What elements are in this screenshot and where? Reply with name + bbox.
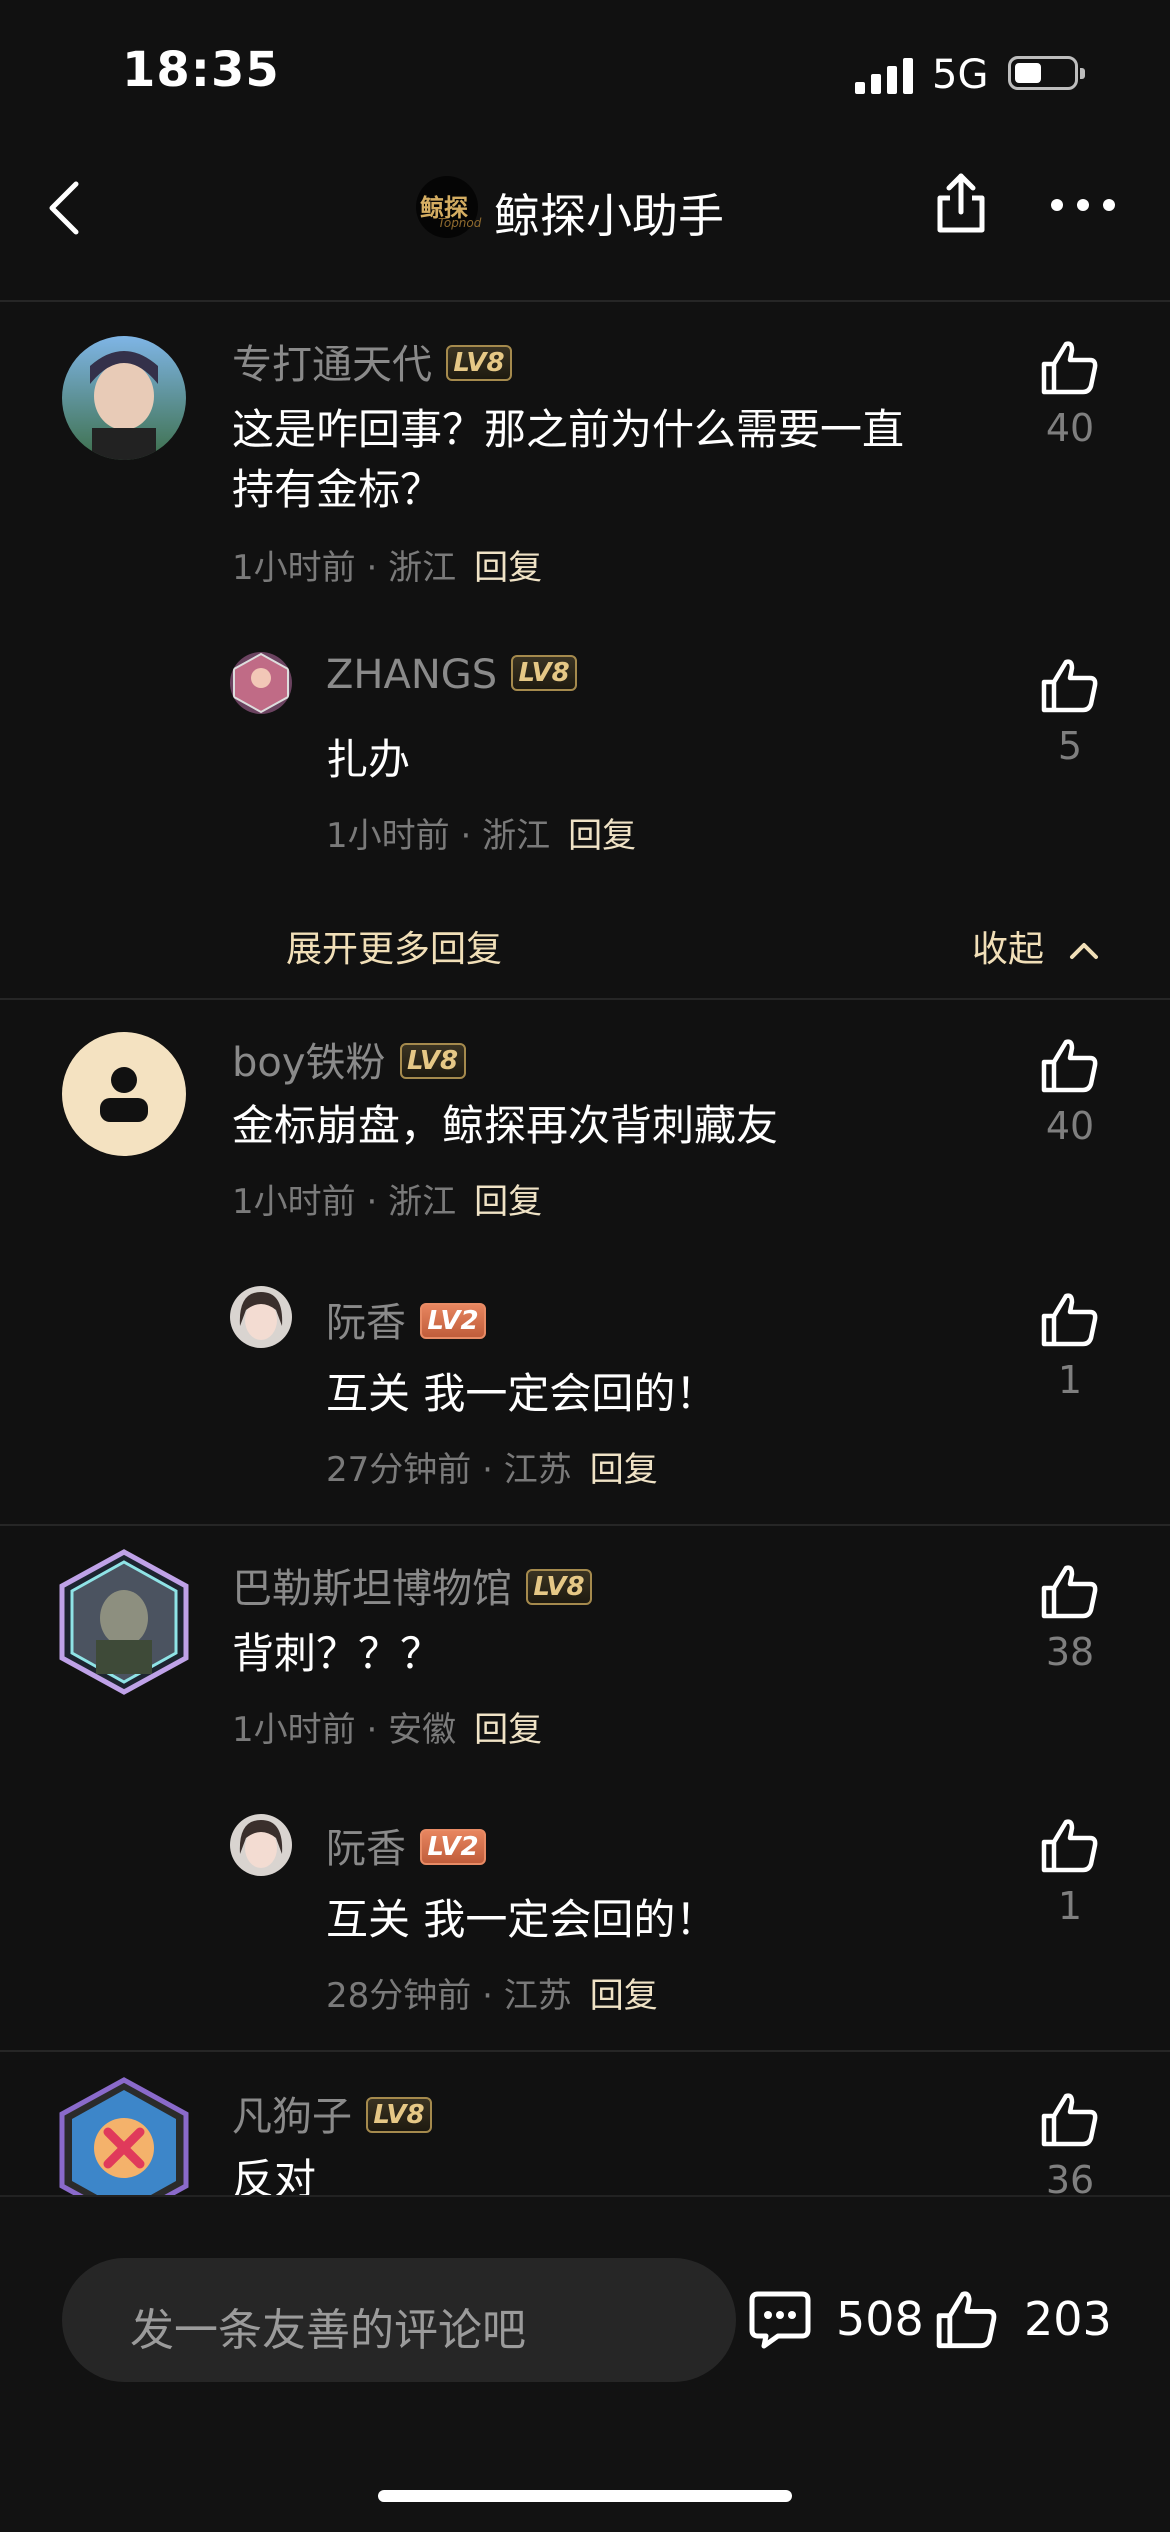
reply-button[interactable]: 回复 (590, 1450, 658, 1490)
comment-input-placeholder: 发一条友善的评论吧 (130, 2305, 526, 2356)
status-time: 18:35 (122, 42, 280, 98)
thumb-up-icon (1041, 2093, 1098, 2147)
thumb-up-icon (1041, 1565, 1098, 1619)
page-title: 鲸探小助手 (494, 189, 724, 243)
comment-text: 这是咋回事？那之前为什么需要一直 持有金标？ (232, 405, 905, 514)
thumb-up-icon (1041, 659, 1098, 713)
reply-username[interactable]: 阮香 LV2 (326, 1816, 486, 1874)
reply-button[interactable]: 回复 (568, 816, 636, 856)
like-count: 40 (1045, 1104, 1095, 1148)
home-indicator (378, 2490, 792, 2502)
share-icon[interactable] (930, 172, 992, 234)
level-badge: LV8 (446, 345, 512, 381)
battery-icon (1008, 56, 1085, 90)
more-icon[interactable] (1050, 198, 1116, 212)
reply-meta: 28分钟前 · 江苏 回复 (326, 1976, 658, 2016)
level-badge: LV8 (511, 655, 578, 691)
avatar[interactable] (62, 1032, 186, 1156)
logo-sub: Topnod (438, 216, 482, 230)
level-badge: LV8 (366, 2097, 432, 2133)
reply-username[interactable]: 阮香 LV2 (326, 1290, 486, 1348)
like-total: 203 (1024, 2292, 1112, 2346)
divider (0, 300, 1170, 302)
comment-meta: 1小时前 · 浙江 回复 (232, 1182, 543, 1222)
thumb-up-icon (1041, 1293, 1098, 1347)
account-logo: 鲸探 Topnod (416, 176, 482, 238)
comment-username[interactable]: 专打通天代 LV8 (232, 332, 512, 390)
collapse-button[interactable]: 收起 (972, 920, 1099, 972)
like-button[interactable]: 40 (1020, 1038, 1120, 1148)
user-icon (100, 1067, 148, 1122)
signal-icon (855, 58, 913, 94)
avatar[interactable] (230, 1814, 292, 1876)
like-count: 5 (1057, 724, 1083, 768)
like-button[interactable]: 5 (1020, 658, 1120, 768)
thumb-up-icon (1041, 1039, 1098, 1093)
avatar[interactable] (230, 652, 292, 714)
divider (0, 998, 1170, 1000)
level-badge: LV8 (399, 1043, 466, 1079)
level-badge: LV2 (420, 1303, 486, 1339)
like-button[interactable]: 40 (1020, 340, 1120, 450)
avatar[interactable] (230, 1286, 292, 1348)
reply-text: 扎办 (326, 735, 411, 784)
back-arrow-icon[interactable] (44, 178, 84, 238)
like-button[interactable]: 1 (1020, 1292, 1120, 1402)
avatar[interactable] (62, 336, 186, 460)
like-count: 1 (1057, 1884, 1083, 1928)
reply-button[interactable]: 回复 (474, 1182, 542, 1222)
comment-input[interactable]: 发一条友善的评论吧 (62, 2258, 736, 2382)
level-badge: LV8 (526, 1569, 592, 1605)
reply-username[interactable]: ZHANGS LV8 (326, 652, 578, 698)
comment-username[interactable]: boy铁粉 LV8 (232, 1030, 466, 1088)
reply-meta: 27分钟前 · 江苏 回复 (326, 1450, 658, 1490)
like-count: 40 (1045, 406, 1095, 450)
like-count: 38 (1045, 1630, 1095, 1674)
comment-username[interactable]: 凡狗子 LV8 (232, 2084, 432, 2142)
divider (0, 1524, 1170, 1526)
comment-icon[interactable] (748, 2290, 812, 2350)
reply-button[interactable]: 回复 (590, 1976, 658, 2016)
comment-username[interactable]: 巴勒斯坦博物馆 LV8 (232, 1556, 592, 1614)
thumb-up-icon (1041, 1819, 1098, 1873)
thumb-up-icon[interactable] (934, 2290, 1000, 2350)
reply-button[interactable]: 回复 (474, 548, 542, 588)
comment-text: 背刺？？？ (232, 1629, 443, 1678)
reply-meta: 1小时前 · 浙江 回复 (326, 816, 637, 856)
divider (0, 2050, 1170, 2052)
avatar[interactable] (56, 1548, 192, 1696)
thumb-up-icon (1041, 341, 1098, 395)
level-badge: LV2 (420, 1829, 486, 1865)
like-count: 1 (1057, 1358, 1083, 1402)
expand-more-replies[interactable]: 展开更多回复 (286, 920, 502, 972)
reply-text: 互关 我一定会回的！ (326, 1895, 718, 1944)
like-button[interactable]: 38 (1020, 1564, 1120, 1674)
chevron-up-icon (1070, 943, 1099, 959)
comment-meta: 1小时前 · 浙江 回复 (232, 548, 543, 588)
comment-count: 508 (836, 2292, 924, 2346)
reply-text: 互关 我一定会回的！ (326, 1369, 718, 1418)
reply-button[interactable]: 回复 (474, 1710, 542, 1750)
like-button[interactable]: 36 (1020, 2092, 1120, 2202)
comment-text: 金标崩盘，鲸探再次背刺藏友 (232, 1101, 779, 1150)
like-button[interactable]: 1 (1020, 1818, 1120, 1928)
network-type: 5G (932, 52, 989, 98)
comment-meta: 1小时前 · 安徽 回复 (232, 1710, 543, 1750)
